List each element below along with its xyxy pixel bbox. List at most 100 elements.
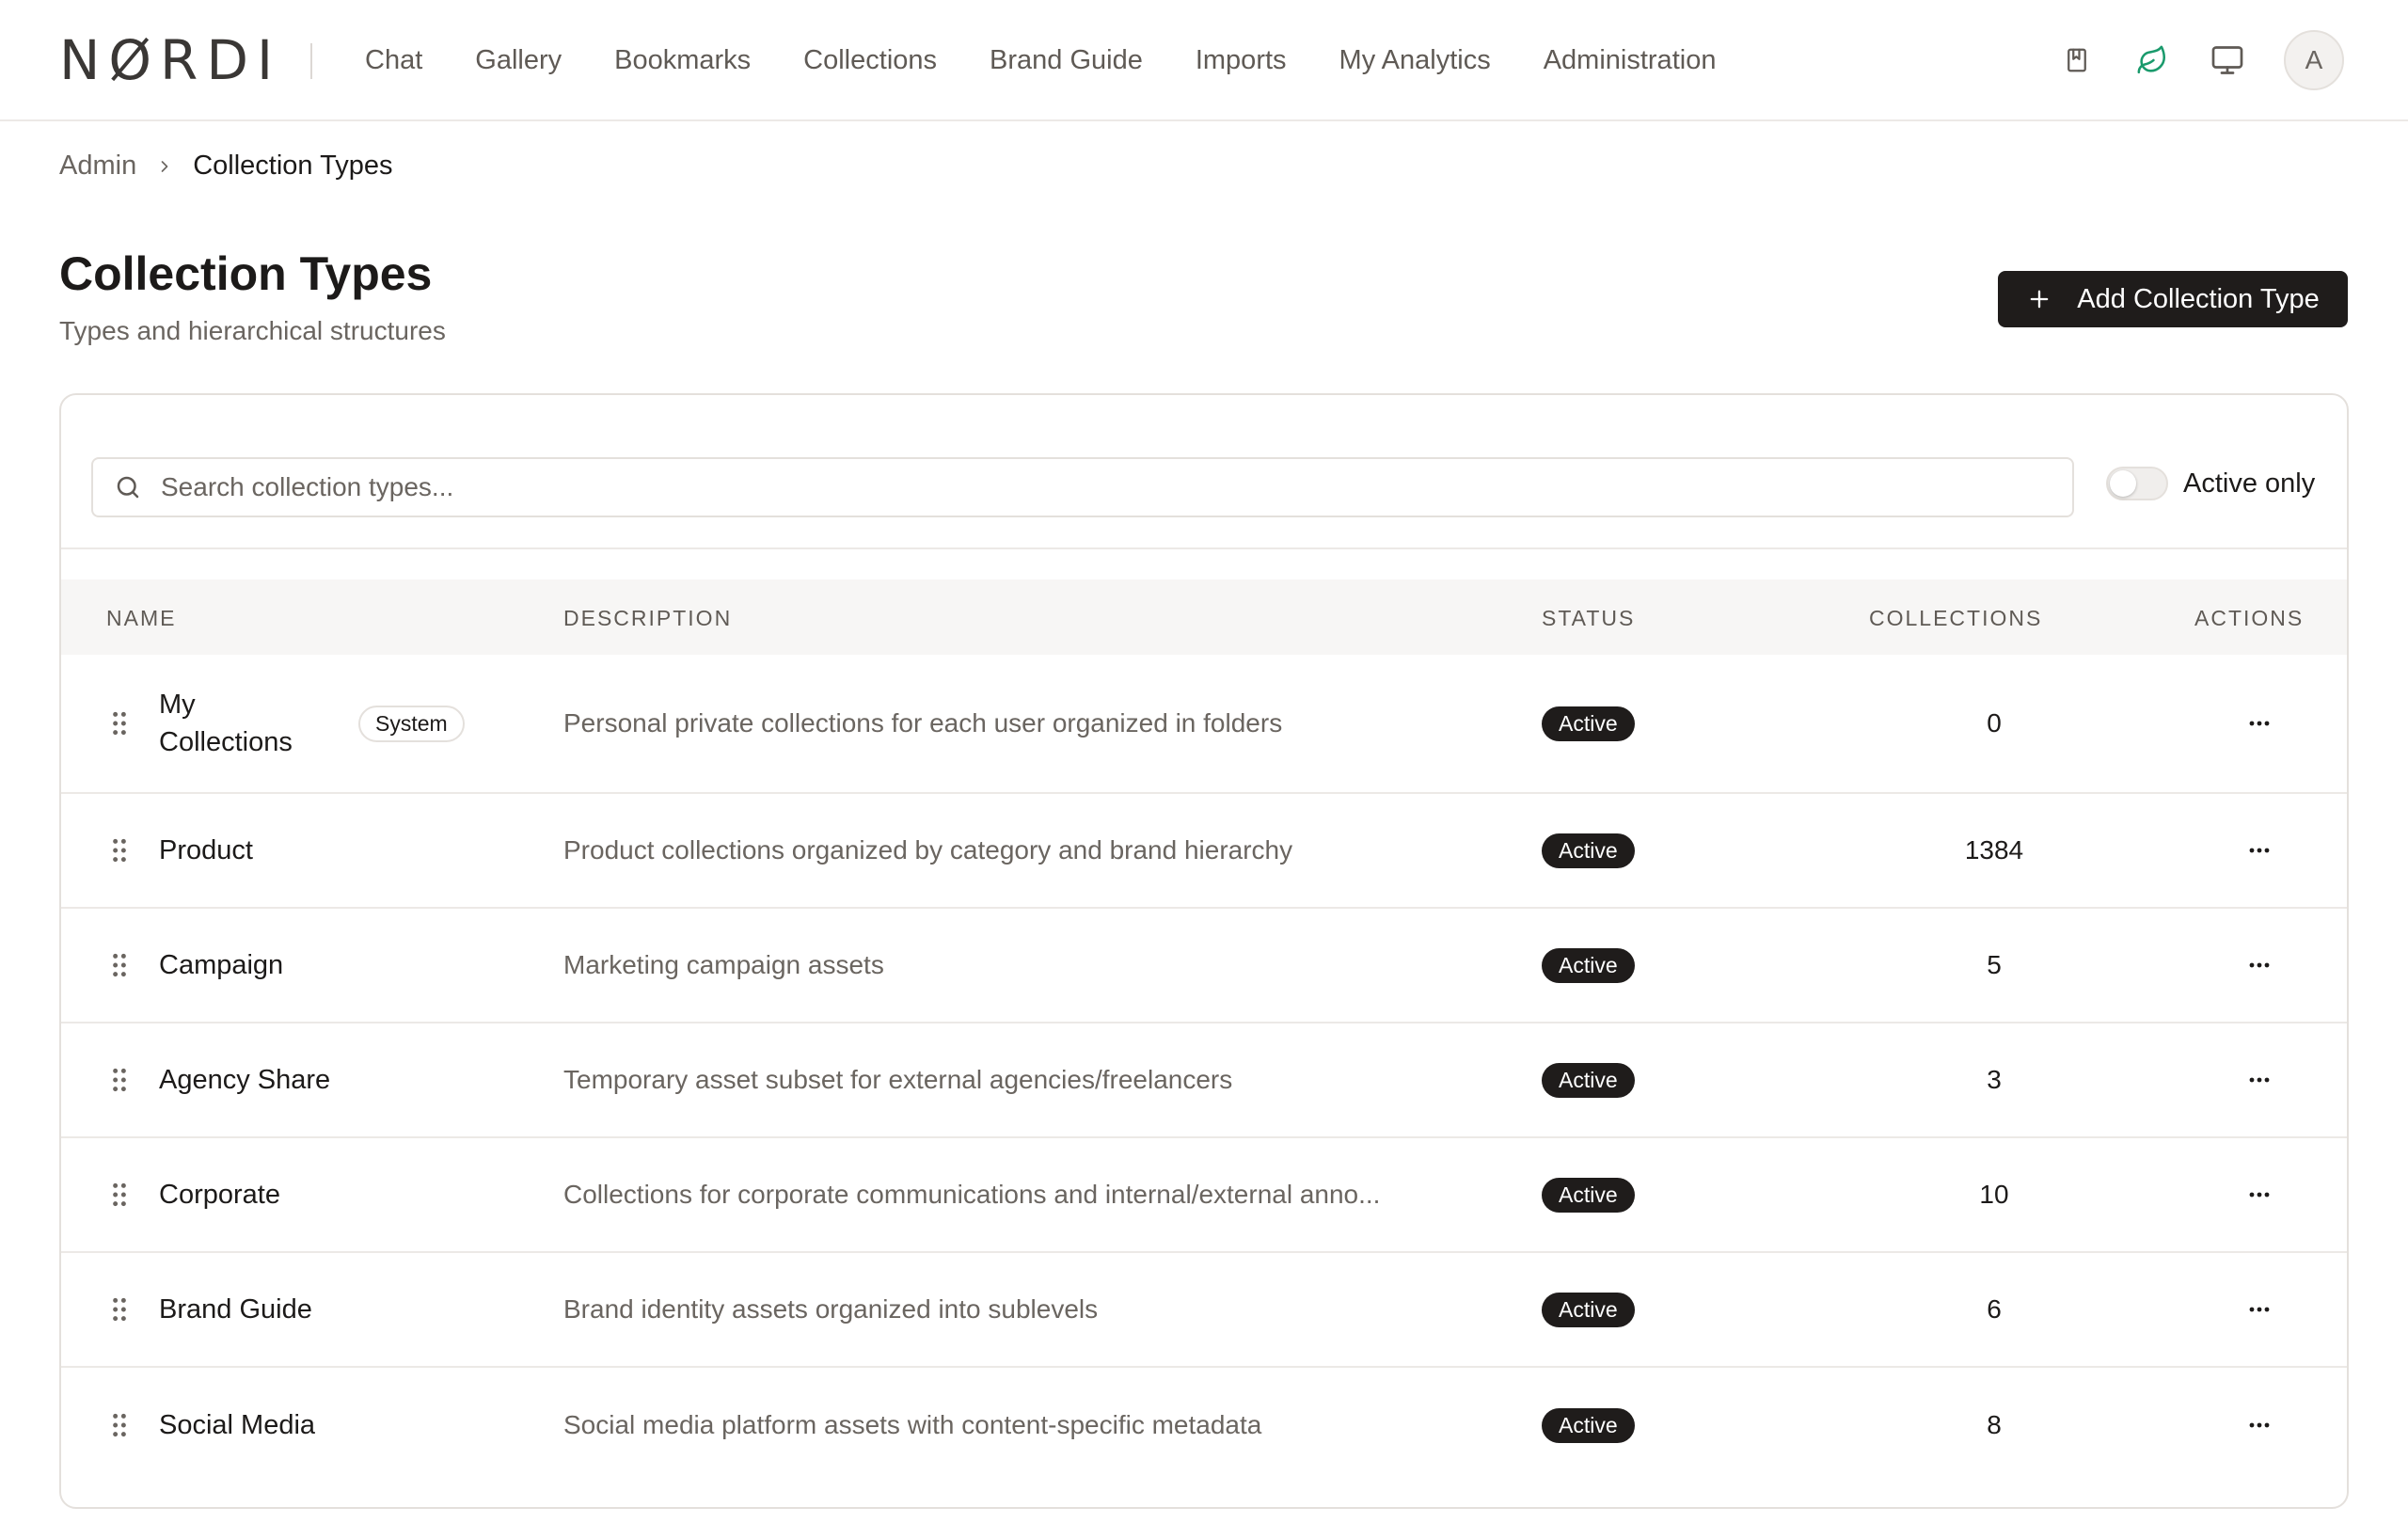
add-collection-type-button[interactable]: Add Collection Type [1998,271,2348,327]
table-row[interactable]: Campaign Marketing campaign assets Activ… [61,909,2347,1023]
main-nav: Chat Gallery Bookmarks Collections Brand… [339,0,1742,121]
nav-my-analytics[interactable]: My Analytics [1339,45,1491,76]
more-horizontal-icon[interactable] [2208,1023,2311,1136]
table-row[interactable]: Product Product collections organized by… [61,794,2347,909]
column-description: DESCRIPTION [563,606,733,630]
status-badge-label: Active [1542,833,1635,868]
leaf-icon[interactable] [2122,30,2182,90]
system-badge-label: System [358,705,465,742]
nav-bookmarks[interactable]: Bookmarks [614,45,751,76]
row-name: Social Media [159,1410,316,1440]
page-subtitle: Types and hierarchical structures [59,316,446,345]
row-collections-count: 8 [1987,1410,2002,1439]
row-name: Product [159,835,253,865]
breadcrumb-admin-link[interactable]: Admin [59,151,136,182]
monitor-icon[interactable] [2197,30,2258,90]
table-row[interactable]: Brand Guide Brand identity assets organi… [61,1253,2347,1368]
status-badge: Active [1542,655,1635,792]
page-title: Collection Types [59,247,433,300]
status-badge: Active [1542,909,1635,1022]
more-horizontal-icon[interactable] [2208,1138,2311,1251]
top-nav-bar: NØRDI Chat Gallery Bookmarks Collections… [0,0,2408,121]
row-name: Agency Share [159,1065,331,1095]
table-body: My Collections System Personal private co… [61,655,2347,1483]
logo-divider [310,43,312,79]
table-header: NAME DESCRIPTION STATUS COLLECTIONS ACTI… [61,579,2347,655]
row-description: Brand identity assets organized into sub… [563,1294,1099,1324]
table-row[interactable]: Agency Share Temporary asset subset for … [61,1023,2347,1138]
status-badge: Active [1542,794,1635,907]
table-row[interactable]: Corporate Collections for corporate comm… [61,1138,2347,1253]
bookmark-icon[interactable] [2047,30,2107,90]
row-name: Campaign [159,950,284,980]
nav-collections[interactable]: Collections [803,45,937,76]
drag-handle-icon[interactable] [110,1138,129,1251]
column-name[interactable]: NAME [106,606,176,631]
breadcrumb: Admin Collection Types [59,151,392,182]
status-badge-label: Active [1542,1062,1635,1098]
drag-handle-icon[interactable] [110,655,129,792]
plus-icon [2026,286,2052,312]
more-horizontal-icon[interactable] [2208,909,2311,1022]
row-collections-count: 3 [1987,1065,2002,1094]
row-name: My Collections [159,655,293,792]
column-status: STATUS [1542,606,1636,630]
user-avatar[interactable]: A [2284,30,2344,90]
row-name-line2: Collections [159,727,293,757]
column-collections: COLLECTIONS [1869,606,2043,630]
row-name-line1: My [159,690,196,720]
nav-imports[interactable]: Imports [1196,45,1287,76]
row-name: Corporate [159,1180,280,1210]
row-name: Brand Guide [159,1294,312,1325]
row-collections-count: 1384 [1964,835,2024,865]
status-badge: Active [1542,1138,1635,1251]
breadcrumb-current: Collection Types [193,151,393,181]
nav-gallery[interactable]: Gallery [475,45,562,76]
active-only-filter: Active only [2106,467,2315,500]
toggle-knob [2110,470,2136,497]
status-badge-label: Active [1542,947,1635,983]
table-row[interactable]: Social Media Social media platform asset… [61,1368,2347,1483]
status-badge-label: Active [1542,1177,1635,1213]
row-collections-count: 5 [1987,950,2002,979]
more-horizontal-icon[interactable] [2208,1253,2311,1366]
status-badge: Active [1542,1023,1635,1136]
drag-handle-icon[interactable] [110,909,129,1022]
drag-handle-icon[interactable] [110,1368,129,1483]
status-badge-label: Active [1542,1407,1635,1443]
drag-handle-icon[interactable] [110,1023,129,1136]
more-horizontal-icon[interactable] [2208,794,2311,907]
row-description: Marketing campaign assets [563,950,884,979]
drag-handle-icon[interactable] [110,794,129,907]
header-actions: A [2032,30,2344,90]
add-collection-type-label: Add Collection Type [2077,283,2320,314]
status-badge-label: Active [1542,706,1635,741]
nav-brand-guide[interactable]: Brand Guide [990,45,1143,76]
row-description: Social media platform assets with conten… [563,1410,1262,1439]
status-badge: Active [1542,1368,1635,1483]
row-description: Temporary asset subset for external agen… [563,1065,1233,1094]
active-only-toggle[interactable] [2106,467,2168,500]
search-box[interactable] [91,457,2074,517]
search-icon [114,473,142,501]
column-actions: ACTIONS [2194,606,2305,630]
more-horizontal-icon[interactable] [2208,1368,2311,1483]
drag-handle-icon[interactable] [110,1253,129,1366]
row-collections-count: 6 [1987,1294,2002,1324]
chevron-right-icon [155,157,174,176]
collection-types-card: Active only NAME DESCRIPTION STATUS COLL… [59,393,2349,1509]
status-badge: Active [1542,1253,1635,1366]
nordi-logo[interactable]: NØRDI [59,28,281,92]
search-input[interactable] [161,472,1948,502]
more-horizontal-icon[interactable] [2208,655,2311,792]
table-row[interactable]: My Collections System Personal private co… [61,655,2347,794]
nav-chat[interactable]: Chat [365,45,422,76]
status-badge-label: Active [1542,1292,1635,1327]
row-description: Collections for corporate communications… [563,1180,1381,1209]
system-badge: System [358,655,465,792]
row-description: Product collections organized by categor… [563,835,1293,865]
nav-administration[interactable]: Administration [1544,45,1717,76]
row-collections-count: 10 [1979,1180,2009,1209]
active-only-label: Active only [2183,468,2316,499]
divider [61,547,2347,549]
